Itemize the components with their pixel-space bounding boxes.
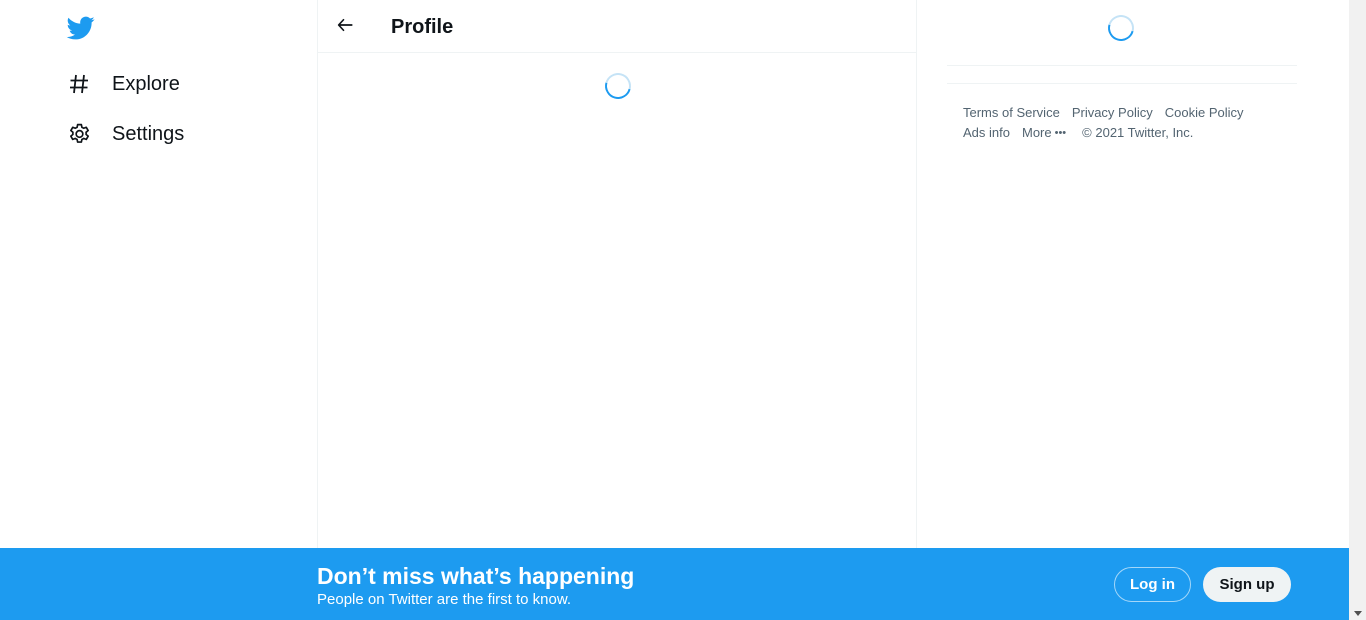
nav-item-label: Settings	[112, 122, 185, 145]
terms-link[interactable]: Terms of Service	[963, 103, 1060, 123]
more-button[interactable]: More •••	[1022, 123, 1066, 143]
main-header: Profile	[318, 0, 916, 53]
nav-item-settings[interactable]: Settings	[66, 114, 184, 154]
signup-banner: Don’t miss what’s happening People on Tw…	[0, 548, 1349, 620]
page-title: Profile	[391, 16, 454, 38]
loading-spinner	[1103, 10, 1139, 46]
more-dots-icon: •••	[1054, 127, 1067, 139]
left-navigation: Explore Settings	[0, 0, 317, 620]
scroll-down-arrow-icon[interactable]	[1354, 611, 1362, 616]
ads-info-link[interactable]: Ads info	[963, 123, 1010, 143]
privacy-link[interactable]: Privacy Policy	[1072, 103, 1153, 123]
right-sidebar: Terms of Service Privacy Policy Cookie P…	[947, 0, 1297, 620]
twitter-logo-icon[interactable]	[66, 14, 96, 42]
more-label: More	[1021, 125, 1052, 140]
nav-item-explore[interactable]: Explore	[66, 64, 180, 104]
signup-button[interactable]: Sign up	[1203, 567, 1291, 602]
main-column: Profile	[317, 0, 917, 620]
copyright-text: © 2021 Twitter, Inc.	[1082, 125, 1194, 140]
login-button[interactable]: Log in	[1114, 567, 1191, 602]
nav-item-label: Explore	[112, 72, 180, 95]
banner-subtitle: People on Twitter are the first to know.	[317, 591, 572, 608]
page-scrollbar[interactable]	[1349, 0, 1366, 620]
divider	[947, 65, 1297, 66]
cookie-link[interactable]: Cookie Policy	[1165, 103, 1244, 123]
footer-links: Terms of Service Privacy Policy Cookie P…	[963, 103, 1283, 143]
back-button[interactable]	[330, 12, 360, 42]
back-arrow-icon	[336, 16, 354, 39]
divider	[947, 83, 1297, 84]
banner-title: Don’t miss what’s happening	[317, 563, 635, 589]
loading-spinner	[600, 68, 636, 104]
gear-icon	[66, 121, 92, 147]
hashtag-icon	[66, 71, 92, 97]
